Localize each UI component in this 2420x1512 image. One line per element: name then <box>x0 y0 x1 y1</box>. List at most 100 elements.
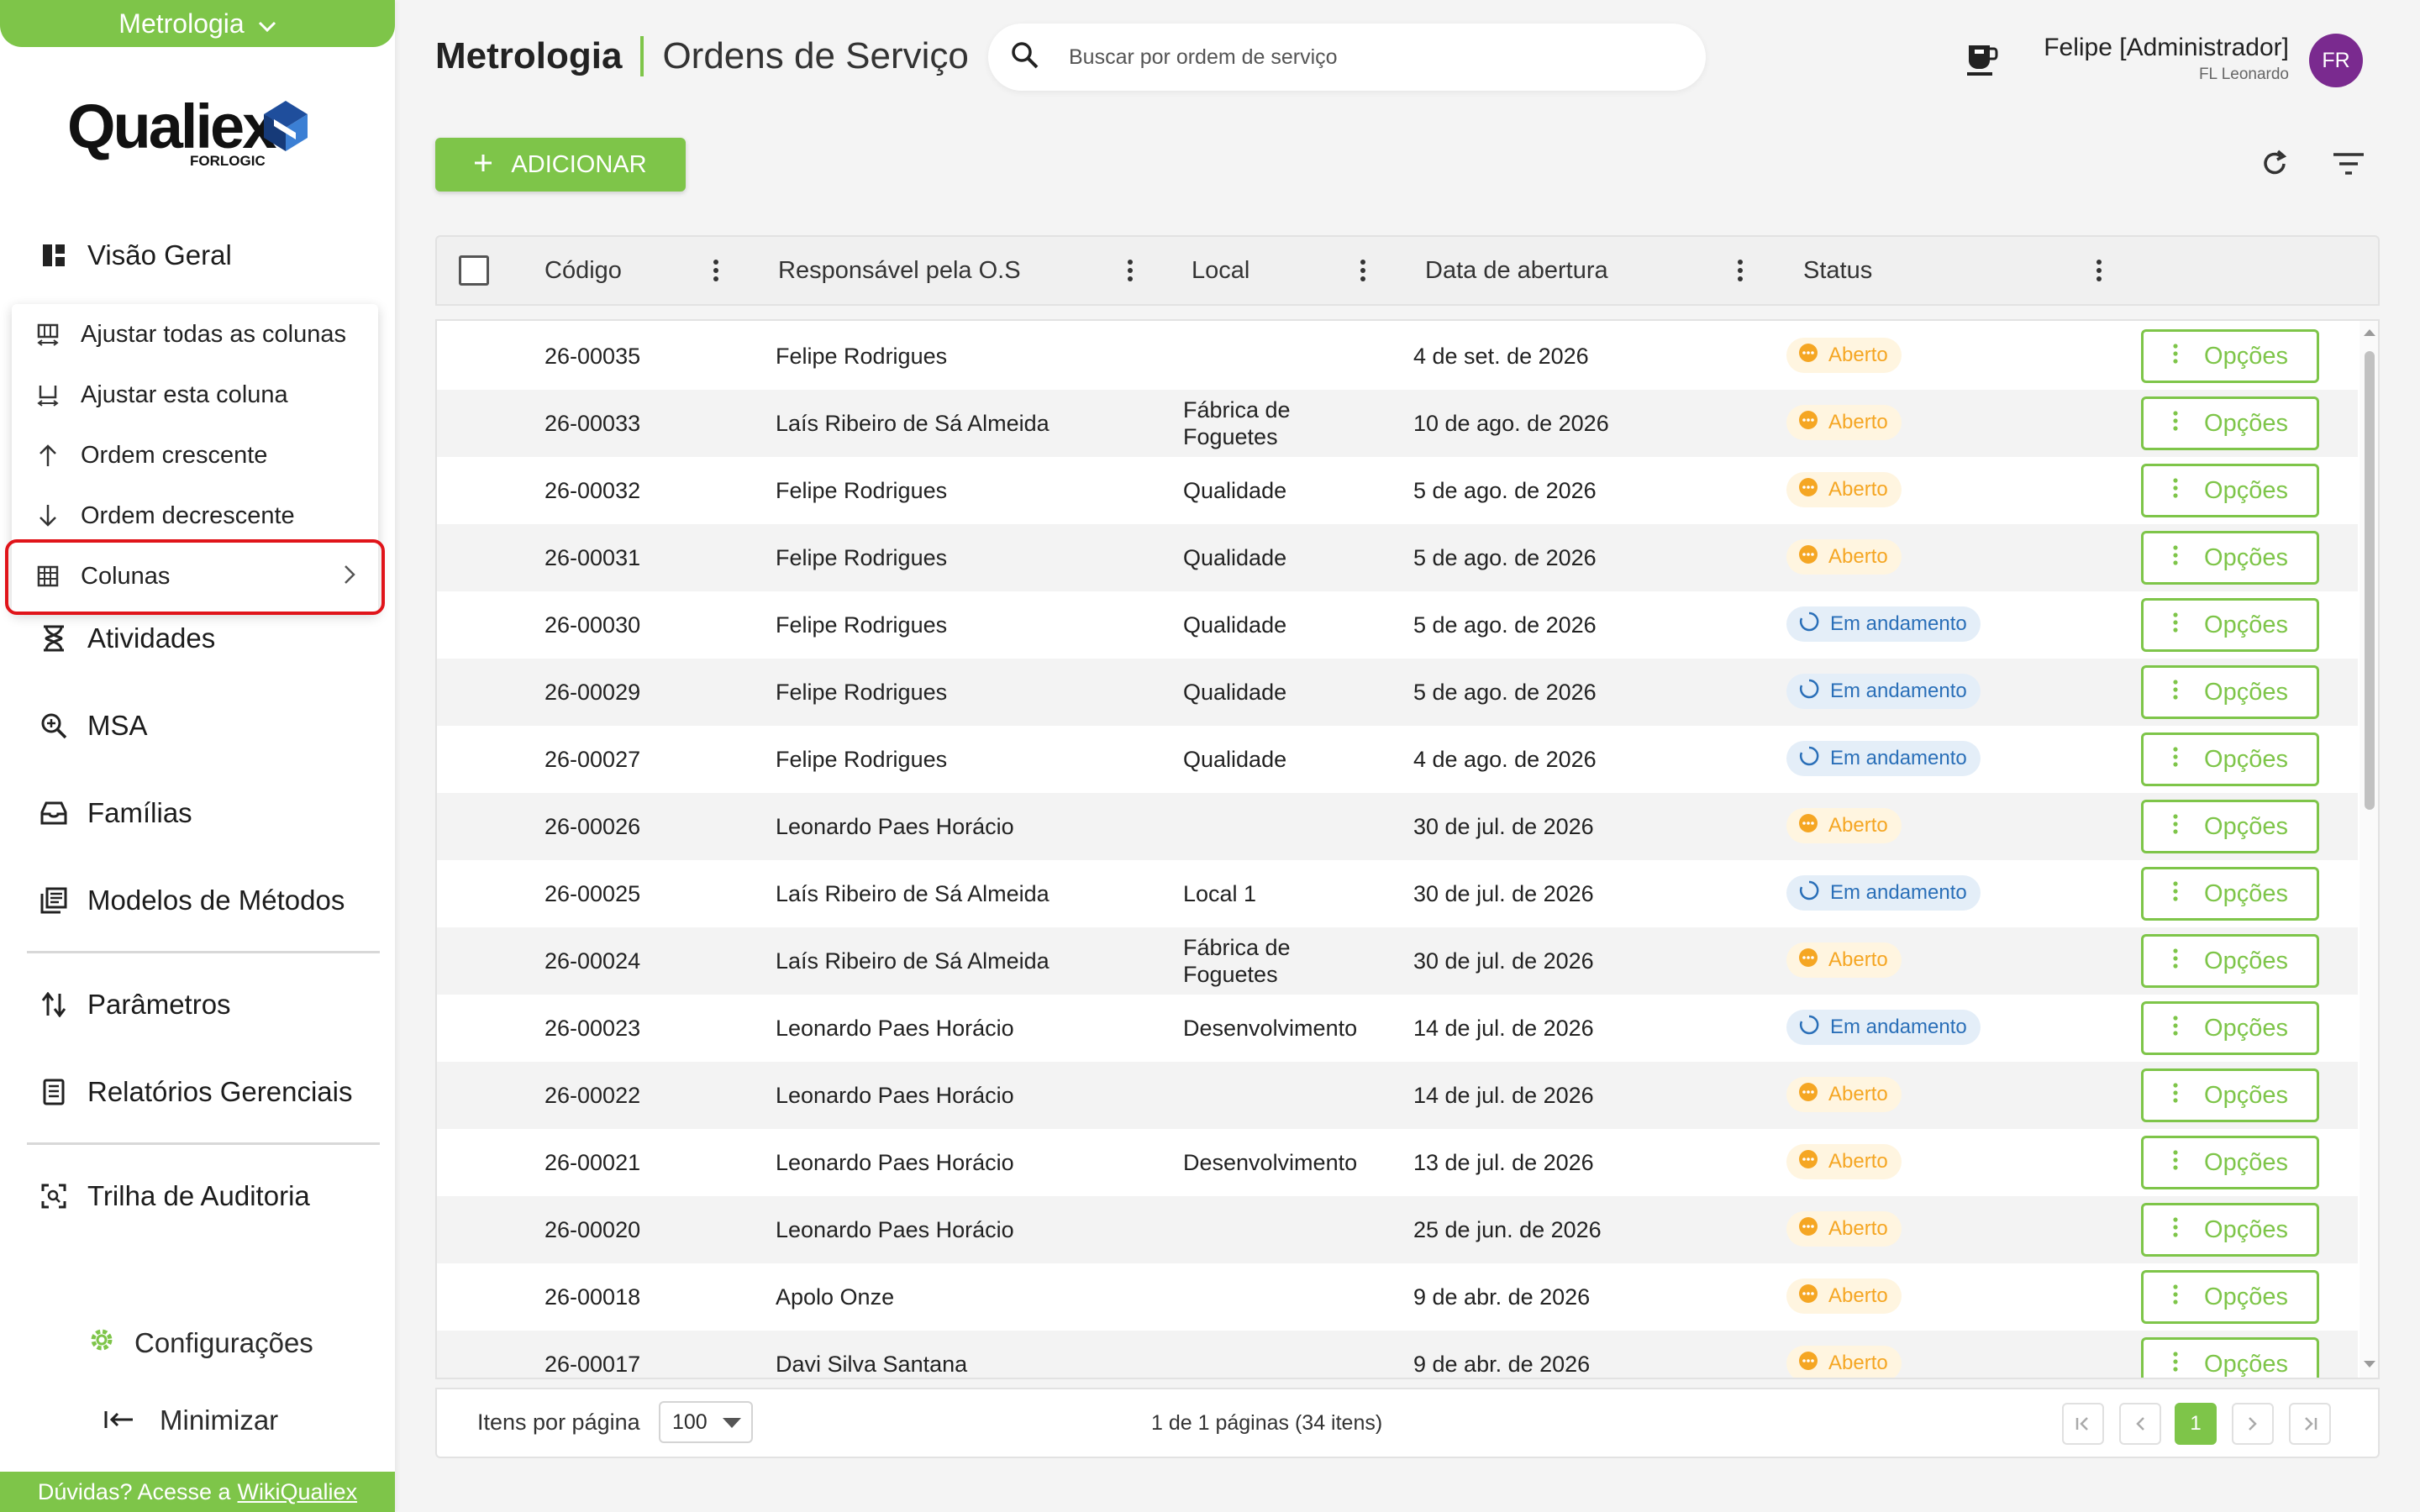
menu-item-columns[interactable]: Colunas <box>12 546 378 606</box>
more-vertical-icon <box>2172 1015 2179 1042</box>
status-badge: Aberto <box>1786 942 1902 978</box>
next-page-button[interactable] <box>2232 1403 2274 1445</box>
options-button[interactable]: Opções <box>2141 598 2319 652</box>
options-button[interactable]: Opções <box>2141 1203 2319 1257</box>
filter-button[interactable] <box>2328 144 2370 186</box>
column-menu-icon[interactable] <box>1736 259 1744 282</box>
options-button[interactable]: Opções <box>2141 1270 2319 1324</box>
table-row[interactable]: 26-00020 Leonardo Paes Horácio 25 de jun… <box>437 1196 2358 1263</box>
minimize-sidebar-button[interactable]: Minimizar <box>104 1404 278 1436</box>
audit-icon <box>39 1181 69 1211</box>
table-row[interactable]: 26-00033 Laís Ribeiro de Sá Almeida Fábr… <box>437 390 2358 457</box>
table-row[interactable]: 26-00022 Leonardo Paes Horácio 14 de jul… <box>437 1062 2358 1129</box>
table-row[interactable]: 26-00023 Leonardo Paes Horácio Desenvolv… <box>437 995 2358 1062</box>
page-number-button[interactable]: 1 <box>2175 1403 2217 1445</box>
options-label: Opções <box>2204 1148 2288 1176</box>
sidebar-item-familias[interactable]: Famílias <box>39 788 192 838</box>
table-grid-icon <box>35 564 60 589</box>
status-label: Aberto <box>1828 545 1888 568</box>
previous-page-button[interactable] <box>2119 1403 2161 1445</box>
column-menu-icon[interactable] <box>2095 259 2103 282</box>
menu-item-autosize-column[interactable]: Ajustar esta coluna <box>12 365 378 425</box>
menu-item-autosize-all[interactable]: Ajustar todas as colunas <box>12 304 378 365</box>
filter-icon <box>2332 152 2365 180</box>
status-open-icon <box>1798 1082 1818 1108</box>
column-menu-icon[interactable] <box>1126 259 1134 282</box>
scrollbar-thumb[interactable] <box>2365 351 2375 810</box>
table-row[interactable]: 26-00017 Davi Silva Santana 9 de abr. de… <box>437 1331 2358 1378</box>
add-button[interactable]: ADICIONAR <box>435 138 686 192</box>
table-row[interactable]: 26-00024 Laís Ribeiro de Sá Almeida Fábr… <box>437 927 2358 995</box>
options-button[interactable]: Opções <box>2141 329 2319 383</box>
sidebar-item-atividades[interactable]: Atividades <box>39 613 215 664</box>
status-label: Em andamento <box>1830 612 1967 635</box>
module-switcher[interactable]: Metrologia <box>0 0 395 47</box>
options-button[interactable]: Opções <box>2141 396 2319 450</box>
column-header-local[interactable]: Local <box>1192 237 1249 304</box>
refresh-button[interactable] <box>2254 144 2296 186</box>
table-row[interactable]: 26-00027 Felipe Rodrigues Qualidade 4 de… <box>437 726 2358 793</box>
options-button[interactable]: Opções <box>2141 1136 2319 1189</box>
cell-codigo: 26-00018 <box>544 1284 641 1310</box>
cell-data-abertura: 30 de jul. de 2026 <box>1413 948 1594 974</box>
wiki-link[interactable]: WikiQualiex <box>238 1479 358 1505</box>
column-menu-icon[interactable] <box>712 259 720 282</box>
scroll-up-icon[interactable] <box>2360 324 2380 341</box>
options-button[interactable]: Opções <box>2141 1337 2319 1378</box>
table-body: 26-00035 Felipe Rodrigues 4 de set. de 2… <box>435 319 2380 1379</box>
status-badge: Aberto <box>1786 1346 1902 1378</box>
cell-local: Fábrica de Foguetes <box>1183 397 1291 449</box>
column-header-responsavel[interactable]: Responsável pela O.S <box>778 237 1021 304</box>
status-open-icon <box>1798 477 1818 503</box>
column-menu-icon[interactable] <box>1359 259 1367 282</box>
minimize-label: Minimizar <box>160 1404 279 1436</box>
table-row[interactable]: 26-00035 Felipe Rodrigues 4 de set. de 2… <box>437 323 2358 390</box>
first-page-button[interactable] <box>2062 1403 2104 1445</box>
scroll-down-icon[interactable] <box>2360 1356 2380 1373</box>
avatar[interactable]: FR <box>2309 34 2363 87</box>
column-header-status[interactable]: Status <box>1803 237 1872 304</box>
menu-item-sort-ascending[interactable]: Ordem crescente <box>12 425 378 486</box>
table-row[interactable]: 26-00032 Felipe Rodrigues Qualidade 5 de… <box>437 457 2358 524</box>
sidebar-item-parametros[interactable]: Parâmetros <box>39 979 231 1030</box>
options-button[interactable]: Opções <box>2141 934 2319 988</box>
menu-item-sort-descending[interactable]: Ordem decrescente <box>12 486 378 546</box>
user-subtitle: FL Leonardo <box>2198 66 2289 83</box>
status-progress-icon <box>1798 1014 1820 1042</box>
options-button[interactable]: Opções <box>2141 1001 2319 1055</box>
select-all-checkbox[interactable] <box>459 255 489 286</box>
table-row[interactable]: 26-00030 Felipe Rodrigues Qualidade 5 de… <box>437 591 2358 659</box>
options-button[interactable]: Opções <box>2141 867 2319 921</box>
table-row[interactable]: 26-00021 Leonardo Paes Horácio Desenvolv… <box>437 1129 2358 1196</box>
qualiex-logo: Qualiex FORLOGIC <box>67 91 336 171</box>
sidebar-item-msa[interactable]: MSA <box>39 701 148 751</box>
table-row[interactable]: 26-00031 Felipe Rodrigues Qualidade 5 de… <box>437 524 2358 591</box>
cell-codigo: 26-00023 <box>544 1015 641 1041</box>
page-size-select[interactable]: 100 <box>659 1401 753 1443</box>
search-input[interactable] <box>1069 45 1657 70</box>
table-row[interactable]: 26-00025 Laís Ribeiro de Sá Almeida Loca… <box>437 860 2358 927</box>
options-button[interactable]: Opções <box>2141 800 2319 853</box>
sidebar-item-modelos-de-metodos[interactable]: Modelos de Métodos <box>39 875 345 926</box>
column-header-codigo[interactable]: Código <box>544 237 622 304</box>
options-button[interactable]: Opções <box>2141 464 2319 517</box>
options-button[interactable]: Opções <box>2141 732 2319 786</box>
options-button[interactable]: Opções <box>2141 665 2319 719</box>
settings-link[interactable]: Configurações <box>87 1326 313 1361</box>
coffee-icon[interactable] <box>1965 40 1998 81</box>
sidebar-item-relatorios-gerenciais[interactable]: Relatórios Gerenciais <box>39 1067 352 1117</box>
vertical-scrollbar[interactable] <box>2360 321 2380 1378</box>
options-button[interactable]: Opções <box>2141 1068 2319 1122</box>
refresh-icon <box>2260 149 2290 183</box>
column-header-data-abertura[interactable]: Data de abertura <box>1425 237 1608 304</box>
user-info[interactable]: Felipe [Administrador] FL Leonardo <box>2044 34 2289 84</box>
last-page-button[interactable] <box>2289 1403 2331 1445</box>
sidebar-item-trilha-de-auditoria[interactable]: Trilha de Auditoria <box>39 1171 310 1221</box>
table-row[interactable]: 26-00018 Apolo Onze 9 de abr. de 2026 Ab… <box>437 1263 2358 1331</box>
table-row[interactable]: 26-00029 Felipe Rodrigues Qualidade 5 de… <box>437 659 2358 726</box>
options-button[interactable]: Opções <box>2141 531 2319 585</box>
sidebar-item-visao-geral[interactable]: Visão Geral <box>39 230 232 281</box>
table-row[interactable]: 26-00026 Leonardo Paes Horácio 30 de jul… <box>437 793 2358 860</box>
cell-codigo: 26-00021 <box>544 1149 641 1175</box>
status-open-icon <box>1798 813 1818 839</box>
